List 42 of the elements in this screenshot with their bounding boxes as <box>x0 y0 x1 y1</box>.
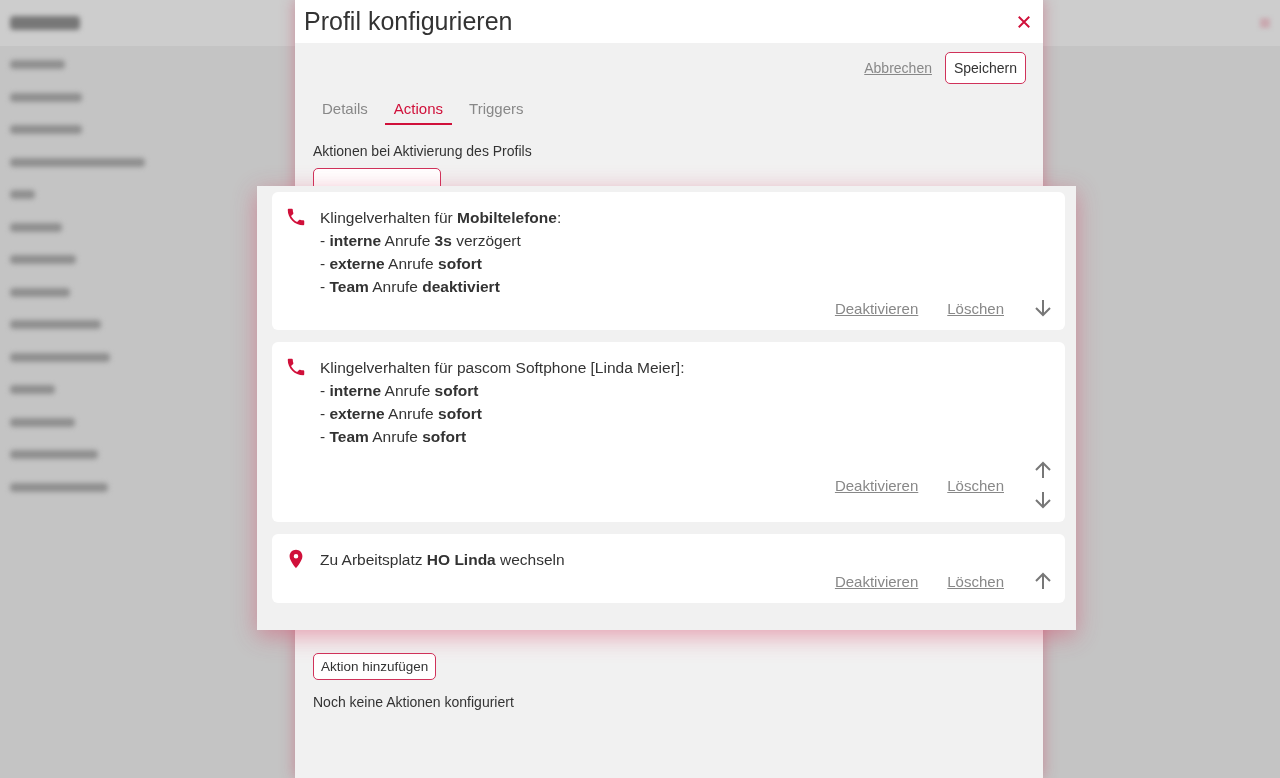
arrow-up-icon[interactable] <box>1033 460 1053 480</box>
tab[interactable]: Details <box>313 96 377 125</box>
blurred-label <box>10 60 65 69</box>
blurred-label <box>10 92 82 102</box>
tab[interactable]: Actions <box>384 96 453 125</box>
empty-note: Noch keine Aktionen konfiguriert <box>313 694 515 710</box>
action-link[interactable]: Deaktivieren <box>834 476 919 494</box>
blurred-label <box>10 222 62 232</box>
action-link[interactable]: Löschen <box>947 476 1004 494</box>
action-link[interactable]: Deaktivieren <box>834 572 919 590</box>
action-text: - Team Anrufe deaktiviert <box>320 277 501 297</box>
arrow-down-icon[interactable] <box>1033 298 1053 318</box>
dialog-title: Profil konfigurieren <box>304 7 513 36</box>
blurred-heading <box>10 16 80 30</box>
action-text: - externe Anrufe sofort <box>320 404 483 424</box>
action-text: Klingelverhalten für Mobiltelefone: <box>320 208 562 228</box>
blurred-label <box>10 255 76 264</box>
blurred-label <box>10 190 35 199</box>
tab[interactable]: Triggers <box>460 96 533 125</box>
action-text: - interne Anrufe 3s verzögert <box>320 231 522 251</box>
blurred-label <box>10 125 82 134</box>
action-text: - Team Anrufe sofort <box>320 427 468 447</box>
blurred-label <box>10 287 70 297</box>
action-text: - externe Anrufe sofort <box>320 254 483 274</box>
save-button[interactable]: Speichern <box>944 52 1026 84</box>
cancel-link[interactable]: Abbrechen <box>864 60 932 76</box>
blurred-label <box>10 417 75 427</box>
close-icon[interactable] <box>1017 14 1031 29</box>
section-heading: Aktionen bei Aktivierung des Profils <box>313 143 533 159</box>
arrow-up-icon[interactable] <box>1033 571 1053 591</box>
action-link[interactable]: Deaktivieren <box>834 299 919 317</box>
blurred-close-icon <box>1260 18 1270 28</box>
blurred-label <box>10 385 55 394</box>
action-text: Zu Arbeitsplatz HO Linda wechseln <box>320 550 565 570</box>
action-link[interactable]: Löschen <box>947 299 1004 317</box>
action-link[interactable]: Löschen <box>947 572 1004 590</box>
action-text: Klingelverhalten für pascom Softphone [Linda Meier]: <box>320 358 685 378</box>
phone-icon <box>285 356 307 378</box>
arrow-down-icon[interactable] <box>1033 490 1053 510</box>
action-text: - interne Anrufe sofort <box>320 381 480 401</box>
add-action-button[interactable]: Aktion hinzufügen <box>313 653 437 680</box>
phone-icon <box>285 206 307 228</box>
